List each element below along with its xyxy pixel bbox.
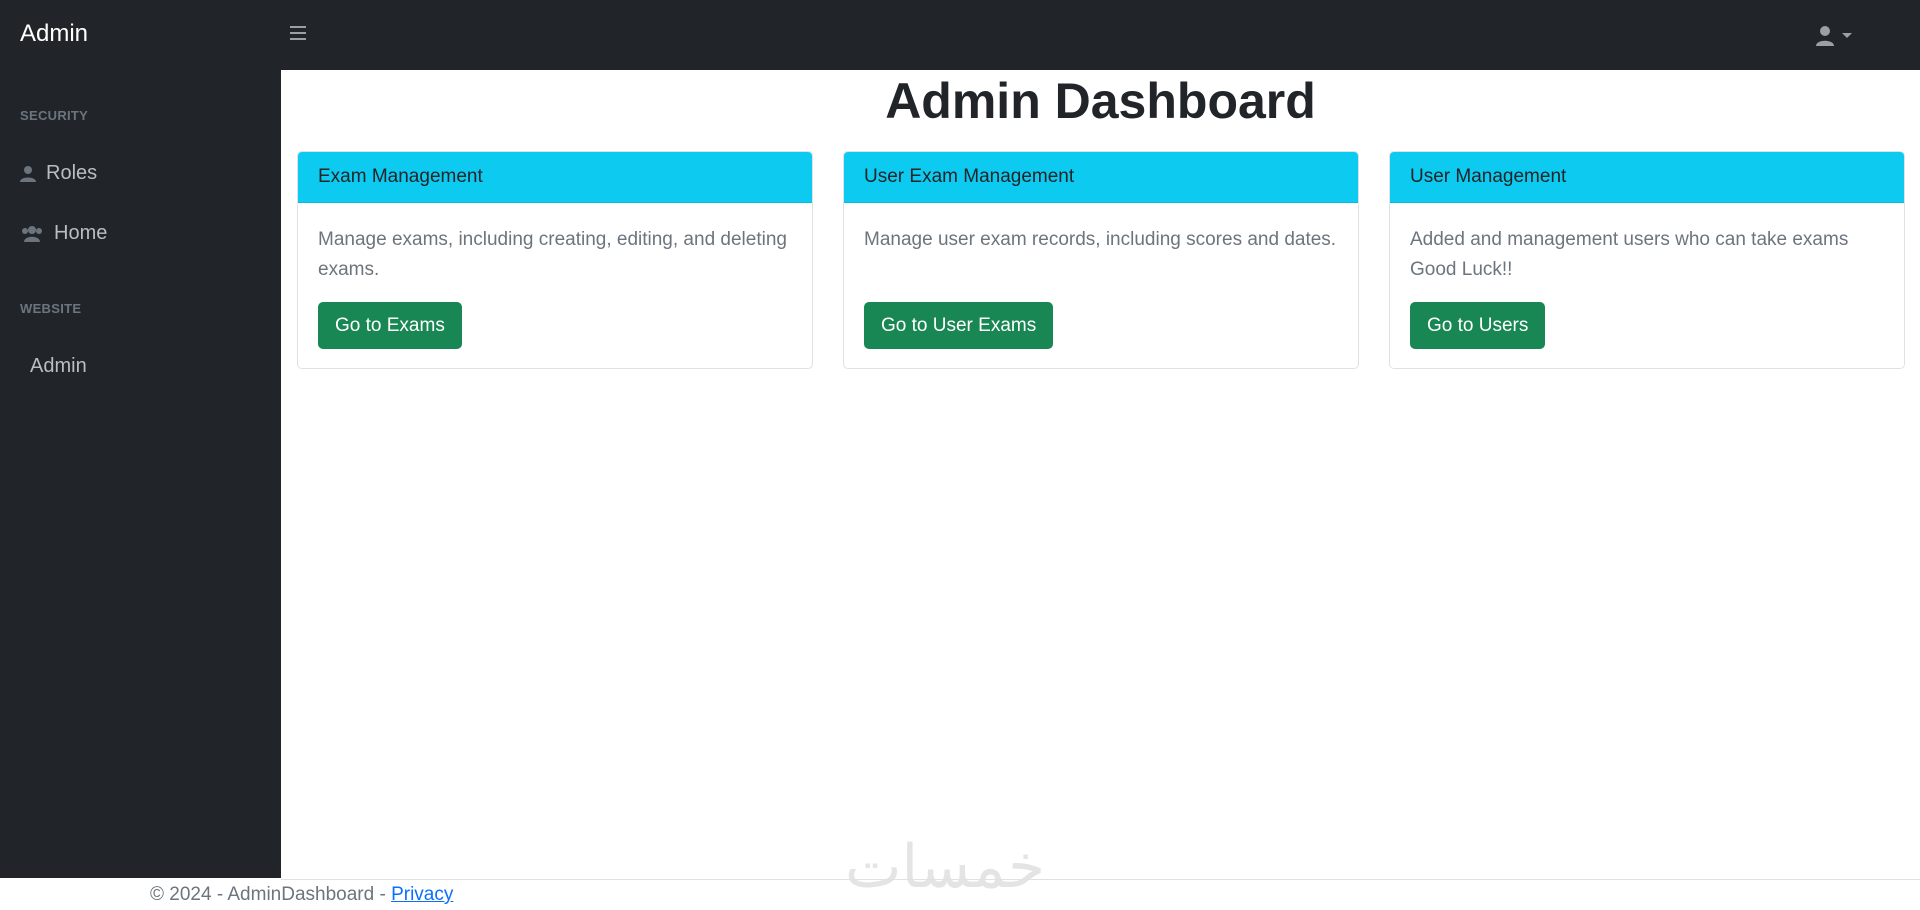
card-header: User Exam Management: [844, 152, 1358, 203]
card-user-management: User Management Added and management use…: [1389, 151, 1905, 369]
user-menu-dropdown[interactable]: [1815, 22, 1861, 50]
caret-down-icon: [1842, 33, 1852, 38]
sidebar-item-roles[interactable]: Roles: [20, 162, 97, 185]
sidebar: SECURITY Roles Home WEBSITE Admin: [0, 70, 281, 878]
sidebar-item-label: Admin: [30, 355, 87, 377]
page-title: Admin Dashboard: [885, 73, 1316, 129]
go-to-user-exams-button[interactable]: Go to User Exams: [864, 302, 1054, 349]
user-icon: [20, 165, 36, 182]
card-description: Manage exams, including creating, editin…: [318, 229, 787, 280]
card-user-exam-management: User Exam Management Manage user exam re…: [843, 151, 1359, 369]
brand-title[interactable]: Admin: [20, 20, 88, 48]
card-header: User Management: [1390, 152, 1904, 203]
go-to-users-button[interactable]: Go to Users: [1410, 302, 1546, 349]
sidebar-item-label: Home: [54, 222, 108, 244]
footer: © 2024 - AdminDashboard - Privacy: [150, 884, 453, 906]
sidebar-heading-security: SECURITY: [20, 108, 89, 123]
sidebar-item-home[interactable]: Home: [20, 222, 107, 245]
user-icon: [1816, 26, 1834, 46]
sidebar-heading-website: WEBSITE: [20, 301, 82, 316]
card-description: Added and management users who can take …: [1410, 229, 1849, 280]
card-header: Exam Management: [298, 152, 812, 203]
footer-text: © 2024 - AdminDashboard -: [150, 884, 392, 905]
top-navbar: Admin: [0, 0, 1920, 70]
go-to-exams-button[interactable]: Go to Exams: [318, 302, 462, 349]
card-exam-management: Exam Management Manage exams, including …: [297, 151, 813, 369]
card-description: Manage user exam records, including scor…: [864, 229, 1337, 250]
hamburger-icon[interactable]: [290, 26, 308, 42]
footer-divider: [281, 879, 1920, 880]
sidebar-item-label: Roles: [46, 162, 98, 184]
watermark-logo: خمسات: [845, 832, 1046, 902]
users-icon: [22, 225, 42, 242]
sidebar-item-admin[interactable]: Admin: [30, 355, 87, 378]
privacy-link[interactable]: Privacy: [391, 884, 453, 905]
